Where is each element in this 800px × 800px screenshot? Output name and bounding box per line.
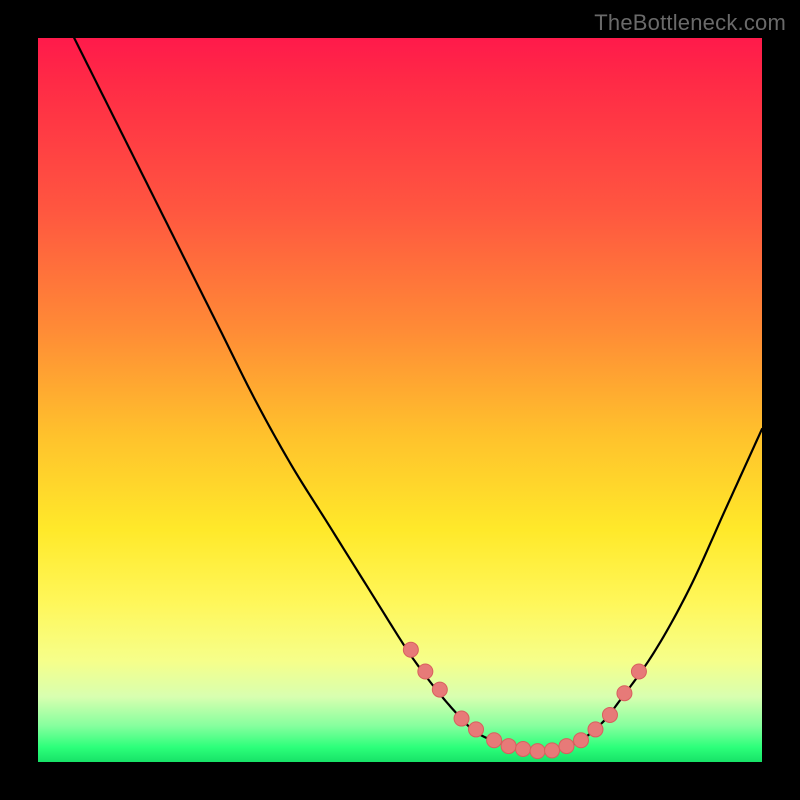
curve-marker [469,722,484,737]
watermark-text: TheBottleneck.com [594,10,786,36]
curve-marker [559,739,574,754]
curve-marker [545,743,560,758]
chart-frame: TheBottleneck.com [0,0,800,800]
curve-marker [574,733,589,748]
curve-marker [516,741,531,756]
curve-markers [403,642,646,758]
curve-line [74,38,762,751]
curve-marker [631,664,646,679]
curve-marker [418,664,433,679]
bottleneck-curve [38,38,762,762]
plot-area [38,38,762,762]
curve-marker [501,739,516,754]
curve-marker [403,642,418,657]
curve-marker [454,711,469,726]
curve-marker [617,686,632,701]
curve-marker [602,707,617,722]
curve-marker [432,682,447,697]
curve-marker [530,744,545,759]
curve-marker [487,733,502,748]
curve-marker [588,722,603,737]
